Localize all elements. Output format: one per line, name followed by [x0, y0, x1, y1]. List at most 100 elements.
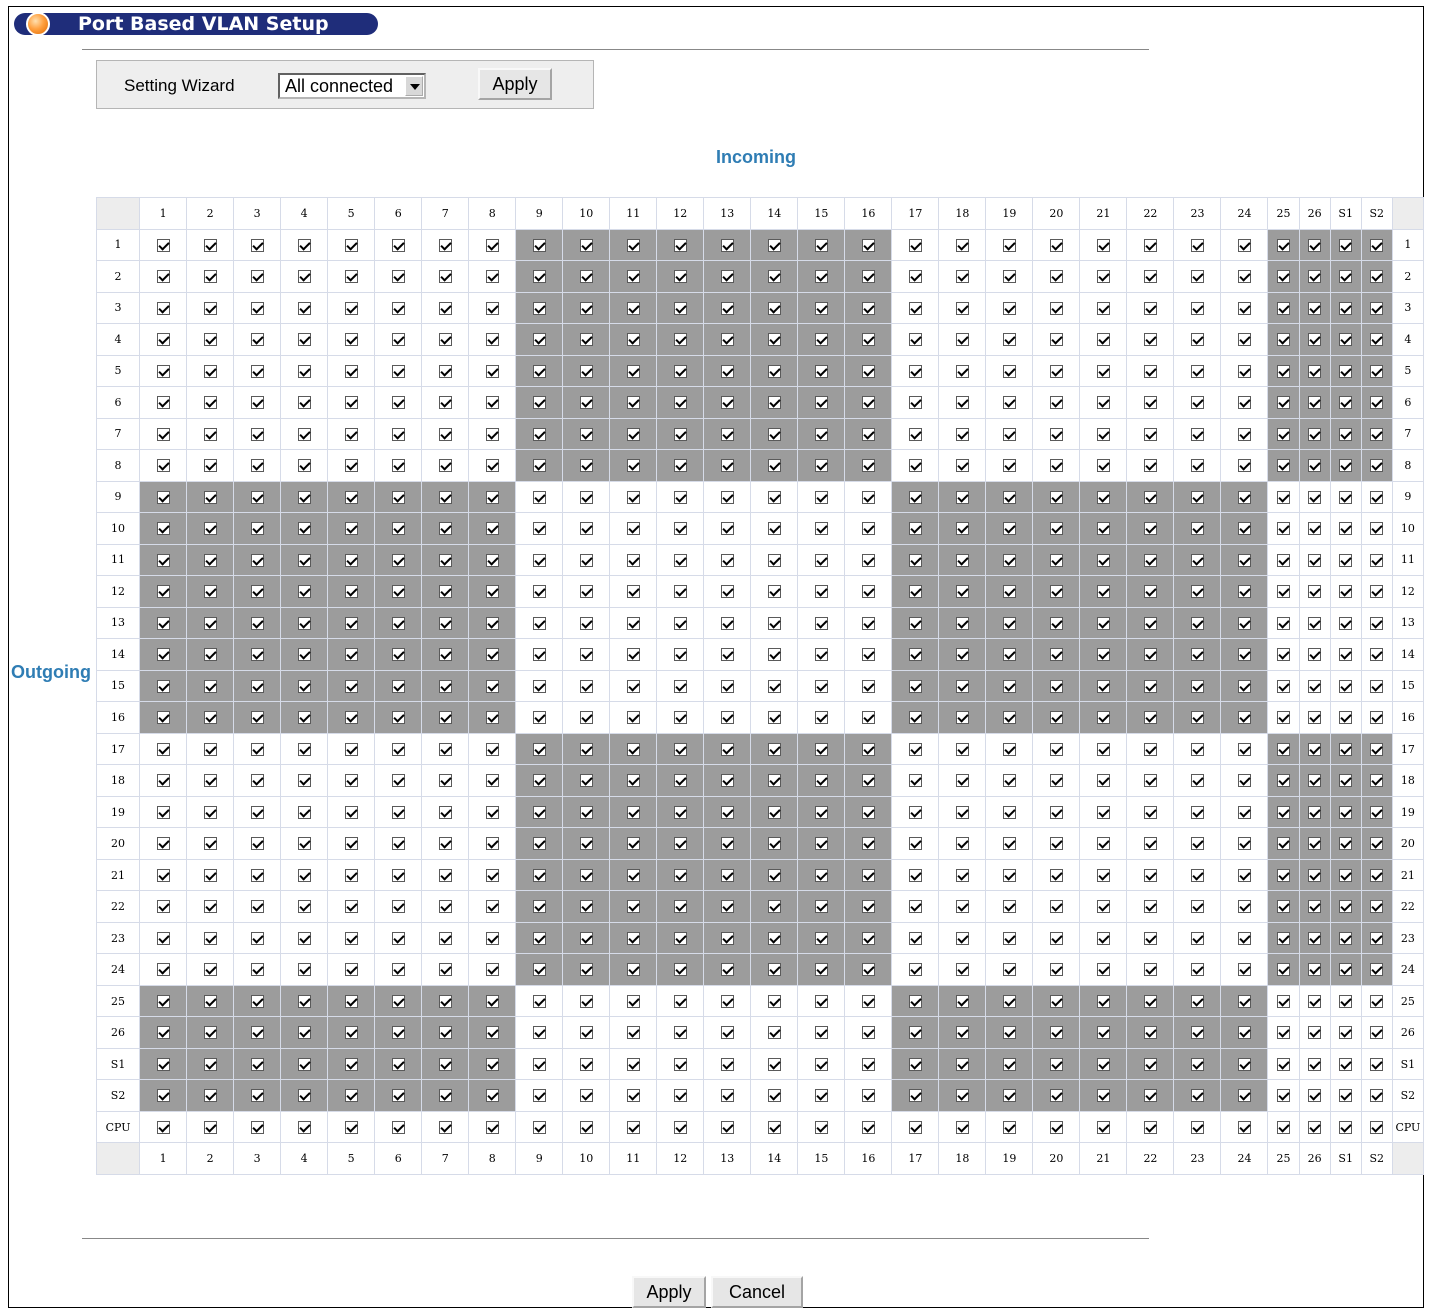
port-checkbox[interactable]	[297, 238, 311, 252]
port-checkbox[interactable]	[203, 837, 217, 851]
port-checkbox[interactable]	[908, 648, 922, 662]
port-checkbox[interactable]	[250, 333, 264, 347]
port-checkbox[interactable]	[1190, 522, 1204, 536]
port-checkbox[interactable]	[626, 522, 640, 536]
port-checkbox[interactable]	[579, 648, 593, 662]
port-checkbox[interactable]	[1190, 490, 1204, 504]
port-checkbox[interactable]	[908, 396, 922, 410]
port-checkbox[interactable]	[485, 648, 499, 662]
port-checkbox[interactable]	[1190, 805, 1204, 819]
port-checkbox[interactable]	[1143, 522, 1157, 536]
port-checkbox[interactable]	[1143, 238, 1157, 252]
port-checkbox[interactable]	[1277, 900, 1291, 914]
port-checkbox[interactable]	[391, 270, 405, 284]
port-checkbox[interactable]	[485, 301, 499, 315]
port-checkbox[interactable]	[250, 1026, 264, 1040]
port-checkbox[interactable]	[156, 1120, 170, 1134]
port-checkbox[interactable]	[485, 963, 499, 977]
port-checkbox[interactable]	[1277, 238, 1291, 252]
port-checkbox[interactable]	[1190, 679, 1204, 693]
port-checkbox[interactable]	[1096, 459, 1110, 473]
port-checkbox[interactable]	[250, 679, 264, 693]
port-checkbox[interactable]	[438, 238, 452, 252]
port-checkbox[interactable]	[391, 301, 405, 315]
port-checkbox[interactable]	[767, 679, 781, 693]
port-checkbox[interactable]	[1277, 522, 1291, 536]
port-checkbox[interactable]	[297, 931, 311, 945]
port-checkbox[interactable]	[673, 868, 687, 882]
port-checkbox[interactable]	[438, 301, 452, 315]
port-checkbox[interactable]	[438, 963, 452, 977]
port-checkbox[interactable]	[250, 963, 264, 977]
port-checkbox[interactable]	[1277, 553, 1291, 567]
port-checkbox[interactable]	[626, 774, 640, 788]
port-checkbox[interactable]	[1277, 616, 1291, 630]
port-checkbox[interactable]	[767, 301, 781, 315]
port-checkbox[interactable]	[1190, 1026, 1204, 1040]
port-checkbox[interactable]	[438, 679, 452, 693]
port-checkbox[interactable]	[814, 616, 828, 630]
port-checkbox[interactable]	[1339, 900, 1353, 914]
port-checkbox[interactable]	[1096, 931, 1110, 945]
port-checkbox[interactable]	[485, 679, 499, 693]
port-checkbox[interactable]	[908, 270, 922, 284]
port-checkbox[interactable]	[297, 711, 311, 725]
port-checkbox[interactable]	[532, 364, 546, 378]
port-checkbox[interactable]	[438, 585, 452, 599]
port-checkbox[interactable]	[720, 553, 734, 567]
port-checkbox[interactable]	[626, 648, 640, 662]
port-checkbox[interactable]	[673, 1120, 687, 1134]
port-checkbox[interactable]	[1190, 270, 1204, 284]
port-checkbox[interactable]	[1370, 490, 1384, 504]
port-checkbox[interactable]	[391, 1026, 405, 1040]
port-checkbox[interactable]	[1096, 868, 1110, 882]
port-checkbox[interactable]	[250, 364, 264, 378]
port-checkbox[interactable]	[1049, 301, 1063, 315]
port-checkbox[interactable]	[391, 333, 405, 347]
port-checkbox[interactable]	[250, 1120, 264, 1134]
port-checkbox[interactable]	[203, 1120, 217, 1134]
port-checkbox[interactable]	[203, 364, 217, 378]
port-checkbox[interactable]	[203, 616, 217, 630]
port-checkbox[interactable]	[1339, 1120, 1353, 1134]
port-checkbox[interactable]	[720, 742, 734, 756]
port-checkbox[interactable]	[1190, 648, 1204, 662]
port-checkbox[interactable]	[955, 805, 969, 819]
port-checkbox[interactable]	[203, 805, 217, 819]
port-checkbox[interactable]	[1339, 1089, 1353, 1103]
port-checkbox[interactable]	[1049, 490, 1063, 504]
port-checkbox[interactable]	[156, 301, 170, 315]
port-checkbox[interactable]	[1308, 1026, 1322, 1040]
port-checkbox[interactable]	[438, 490, 452, 504]
port-checkbox[interactable]	[579, 1026, 593, 1040]
port-checkbox[interactable]	[673, 1026, 687, 1040]
port-checkbox[interactable]	[344, 963, 358, 977]
port-checkbox[interactable]	[1049, 963, 1063, 977]
port-checkbox[interactable]	[156, 238, 170, 252]
port-checkbox[interactable]	[391, 459, 405, 473]
port-checkbox[interactable]	[814, 900, 828, 914]
port-checkbox[interactable]	[485, 459, 499, 473]
port-checkbox[interactable]	[767, 648, 781, 662]
port-checkbox[interactable]	[673, 270, 687, 284]
port-checkbox[interactable]	[626, 616, 640, 630]
port-checkbox[interactable]	[485, 553, 499, 567]
port-checkbox[interactable]	[344, 711, 358, 725]
port-checkbox[interactable]	[1339, 868, 1353, 882]
port-checkbox[interactable]	[532, 711, 546, 725]
port-checkbox[interactable]	[861, 805, 875, 819]
port-checkbox[interactable]	[1096, 238, 1110, 252]
port-checkbox[interactable]	[532, 301, 546, 315]
port-checkbox[interactable]	[579, 963, 593, 977]
port-checkbox[interactable]	[1277, 711, 1291, 725]
port-checkbox[interactable]	[955, 1120, 969, 1134]
port-checkbox[interactable]	[814, 270, 828, 284]
port-checkbox[interactable]	[626, 711, 640, 725]
port-checkbox[interactable]	[438, 805, 452, 819]
port-checkbox[interactable]	[344, 238, 358, 252]
port-checkbox[interactable]	[908, 679, 922, 693]
port-checkbox[interactable]	[1002, 1089, 1016, 1103]
port-checkbox[interactable]	[344, 396, 358, 410]
port-checkbox[interactable]	[532, 1089, 546, 1103]
port-checkbox[interactable]	[156, 553, 170, 567]
